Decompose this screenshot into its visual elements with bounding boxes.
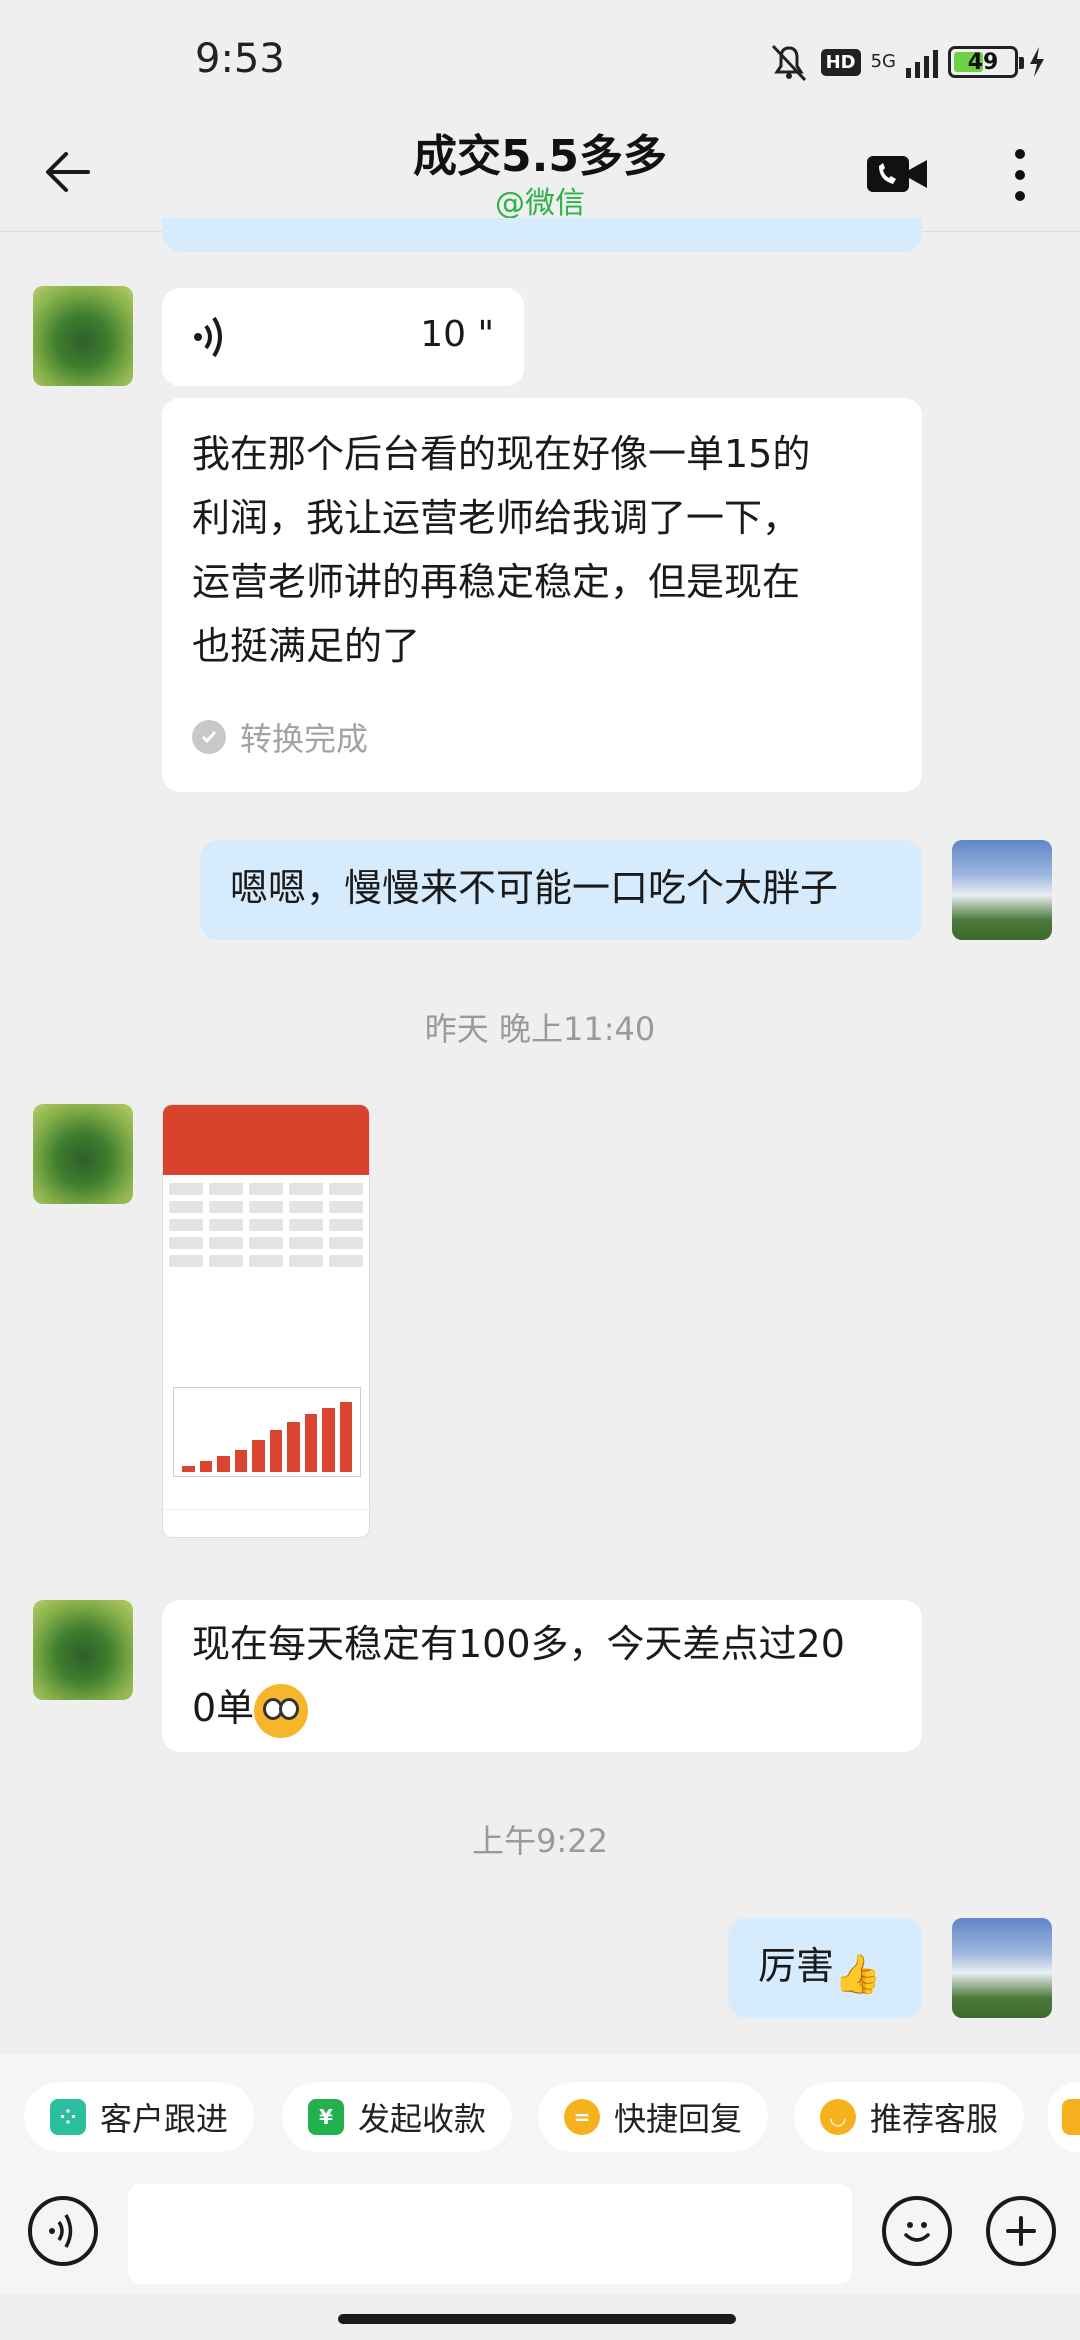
quick-action-label: 推荐客服	[870, 2100, 999, 2138]
plus-icon	[1006, 2216, 1036, 2246]
message-input[interactable]	[128, 2184, 852, 2284]
transcript-line: 也挺满足的了	[192, 624, 421, 668]
quick-action-overflow[interactable]	[1048, 2082, 1080, 2152]
voice-transcript-bubble[interactable]: 我在那个后台看的现在好像一单15的 利润，我让运营老师给我调了一下， 运营老师讲…	[162, 398, 922, 792]
transcript-status-label: 转换完成	[240, 720, 369, 758]
quick-action-label: 发起收款	[358, 2100, 487, 2138]
my-avatar[interactable]	[952, 1918, 1052, 2018]
voice-input-icon	[49, 2214, 73, 2248]
image-message-thumbnail[interactable]	[162, 1104, 370, 1538]
voice-input-button[interactable]	[28, 2196, 98, 2266]
charging-icon	[1030, 47, 1044, 77]
emoji-button[interactable]	[882, 2196, 952, 2266]
quick-action-quick-reply[interactable]: = 快捷回复	[538, 2082, 769, 2152]
contact-avatar[interactable]	[33, 286, 133, 386]
check-icon	[192, 720, 226, 754]
contact-avatar[interactable]	[33, 1600, 133, 1700]
overflow-chip-icon	[1062, 2099, 1080, 2135]
quick-action-recommend-service[interactable]: ◡ 推荐客服	[794, 2082, 1025, 2152]
voice-message[interactable]: 10 "	[162, 288, 524, 386]
battery-icon: 49	[948, 46, 1024, 78]
home-indicator[interactable]	[338, 2314, 736, 2324]
contact-avatar[interactable]	[33, 1104, 133, 1204]
transcript-line: 利润，我让运营老师给我调了一下，	[192, 496, 801, 540]
quick-action-payment[interactable]: ¥ 发起收款	[282, 2082, 513, 2152]
message-text: 现在每天稳定有100多，今天差点过20	[192, 1622, 845, 1666]
mute-bell-icon	[771, 44, 806, 82]
my-avatar[interactable]	[952, 840, 1052, 940]
thumbnail-header	[163, 1105, 369, 1175]
quick-action-label: 客户跟进	[100, 2100, 229, 2138]
voice-wave-icon	[194, 316, 222, 358]
voice-duration: 10 "	[420, 314, 494, 355]
chat-header: 成交5.5多多 @微信	[0, 120, 1080, 232]
timestamp: 上午9:22	[472, 1822, 608, 1860]
status-bar: 9:53 HD 5G 49	[0, 0, 1080, 120]
thumbnail-bar-chart	[173, 1387, 361, 1477]
quick-reply-icon: =	[564, 2099, 600, 2135]
hd-badge: HD	[820, 48, 861, 76]
status-time: 9:53	[195, 36, 285, 82]
more-actions-button[interactable]	[986, 2196, 1056, 2266]
more-options-icon[interactable]	[1000, 140, 1040, 210]
my-message-text: 嗯嗯，慢慢来不可能一口吃个大胖子	[230, 866, 839, 910]
battery-level: 49	[967, 49, 999, 75]
status-icons: HD 5G 49	[767, 40, 1046, 84]
quick-action-bar: ⁘ 客户跟进 ¥ 发起收款 = 快捷回复 ◡ 推荐客服	[0, 2054, 1080, 2184]
previous-message-bubble	[162, 218, 922, 252]
video-call-icon[interactable]	[865, 142, 929, 206]
transcript-line: 运营老师讲的再稳定稳定，但是现在	[192, 560, 801, 604]
my-message-bubble[interactable]: 嗯嗯，慢慢来不可能一口吃个大胖子	[200, 840, 922, 940]
message-text: 0单	[192, 1686, 255, 1730]
network-label: 5G	[870, 51, 896, 72]
quick-action-customer-follow[interactable]: ⁘ 客户跟进	[24, 2082, 255, 2152]
quick-action-label: 快捷回复	[614, 2100, 743, 2138]
flushed-emoji-icon	[254, 1683, 309, 1738]
transcript-line: 我在那个后台看的现在好像一单15的	[192, 432, 811, 476]
transcript-status: 转换完成	[192, 714, 368, 760]
signal-icon	[906, 46, 938, 78]
my-message-bubble[interactable]: 厉害👍	[728, 1918, 922, 2018]
thumbs-up-icon: 👍	[834, 1952, 882, 1996]
recommend-service-icon: ◡	[820, 2099, 856, 2135]
my-message-text: 厉害	[758, 1944, 835, 1988]
customer-follow-icon: ⁘	[50, 2099, 86, 2135]
timestamp: 昨天 晚上11:40	[424, 1010, 656, 1048]
payment-icon: ¥	[308, 2099, 344, 2135]
smiley-icon	[904, 2222, 930, 2242]
input-bar	[0, 2184, 1080, 2294]
contact-message-bubble[interactable]: 现在每天稳定有100多，今天差点过20 0单	[162, 1600, 922, 1752]
